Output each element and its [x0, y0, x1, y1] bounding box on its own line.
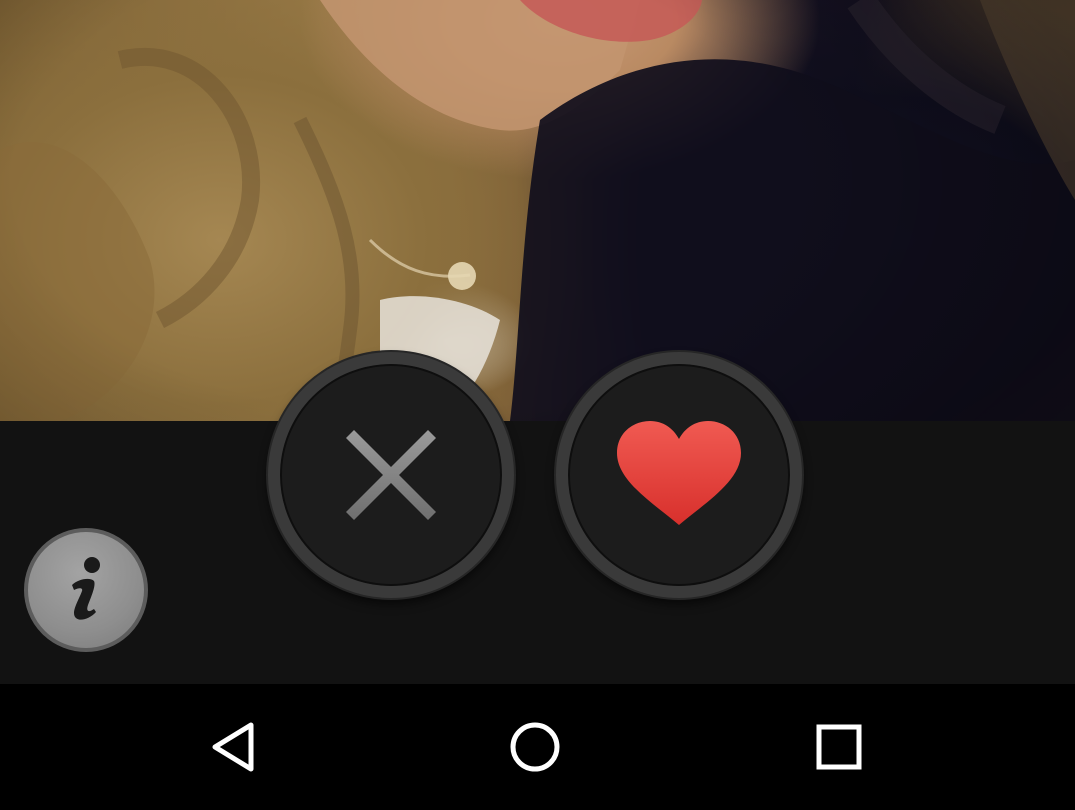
- close-x-icon: [346, 430, 436, 520]
- heart-icon: [617, 421, 741, 525]
- recents-button[interactable]: [806, 714, 872, 780]
- like-button[interactable]: [556, 352, 802, 598]
- back-triangle-icon: [212, 722, 254, 772]
- recents-square-icon: [816, 724, 862, 770]
- home-button[interactable]: [502, 714, 568, 780]
- back-button[interactable]: [201, 714, 267, 780]
- app-screen: [0, 0, 1075, 810]
- profile-photo[interactable]: [0, 0, 1075, 421]
- dislike-button[interactable]: [268, 352, 514, 598]
- info-icon: [72, 557, 100, 620]
- action-bar: [0, 421, 1075, 684]
- home-circle-icon: [510, 722, 560, 772]
- info-button[interactable]: [24, 528, 148, 652]
- photo-vignette: [0, 0, 1075, 421]
- android-nav-bar: [0, 684, 1075, 810]
